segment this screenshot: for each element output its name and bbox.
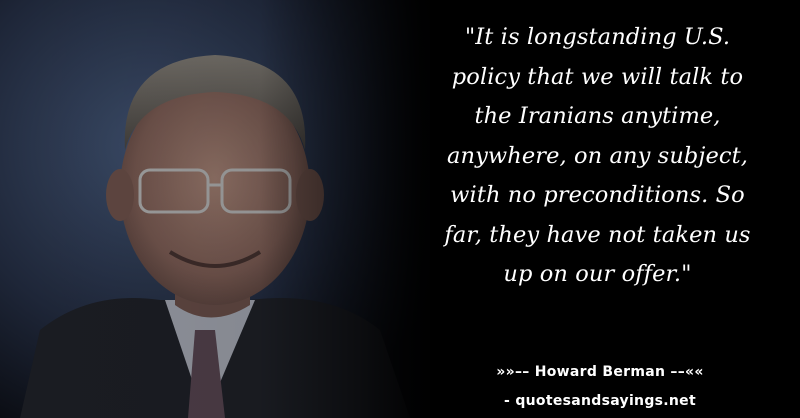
quote-line: with no preconditions. So <box>450 182 745 208</box>
quote-line: anywhere, on any subject, <box>446 142 749 169</box>
portrait-photo <box>0 0 430 418</box>
quote-line: the Iranians anytime, <box>474 103 721 129</box>
quote-source: - quotesandsayings.net <box>504 393 696 409</box>
quote-author: »»–– Howard Berman ––«« <box>496 364 704 380</box>
quote-card: "It is longstanding U.S. policy that we … <box>0 0 800 418</box>
quote-line: "It is longstanding U.S. <box>464 24 731 50</box>
quote-line: policy that we will talk to <box>451 63 744 90</box>
quote-line: far, they have not taken us <box>444 221 751 248</box>
quote-block: "It is longstanding U.S. policy that we … <box>405 18 790 295</box>
quote-line: up on our offer." <box>503 261 692 287</box>
quote-text: "It is longstanding U.S. policy that we … <box>405 18 790 295</box>
